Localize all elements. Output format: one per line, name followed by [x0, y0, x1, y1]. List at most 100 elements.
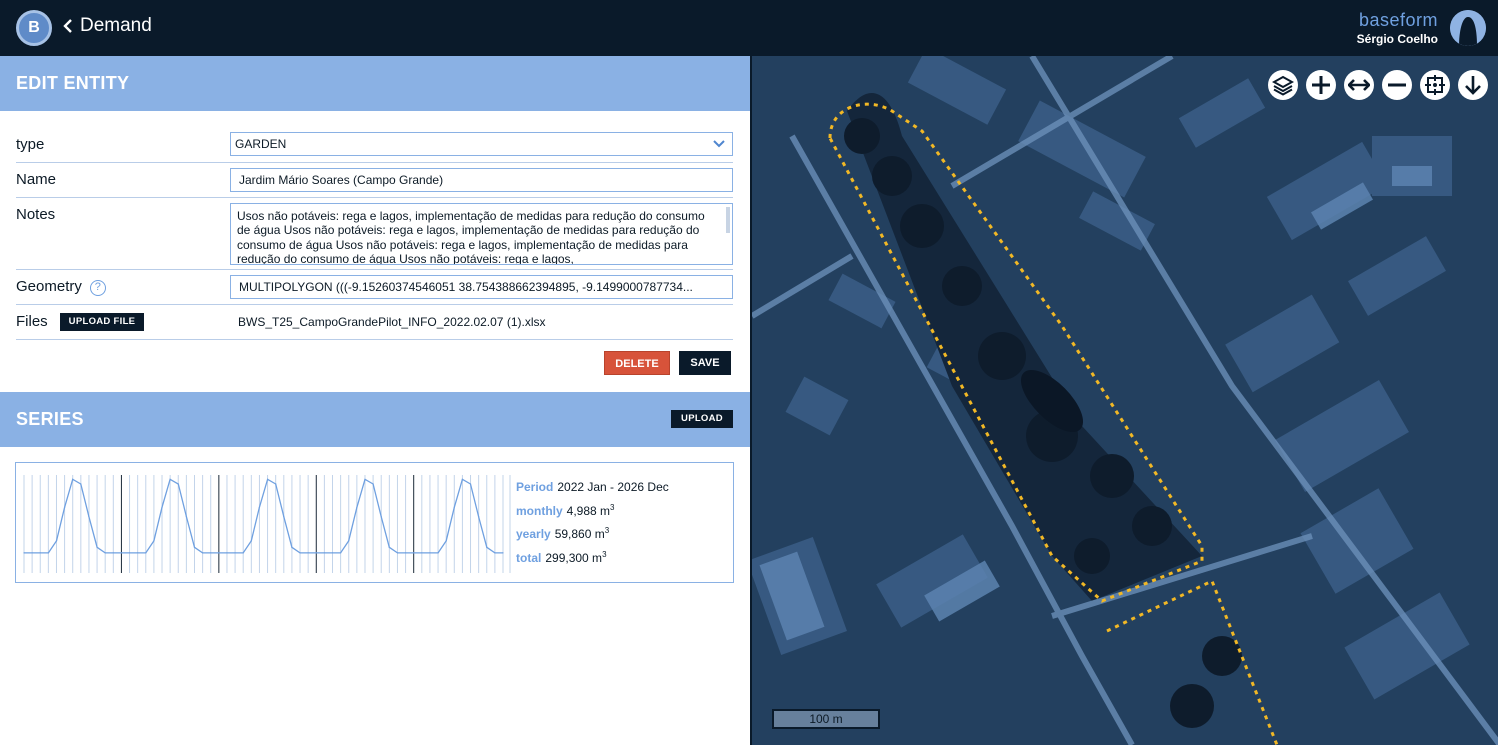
series-point: [226, 552, 228, 554]
series-point: [218, 552, 220, 554]
brand: baseform Sérgio Coelho: [1357, 10, 1438, 46]
series-upload-button[interactable]: UPLOAD: [671, 410, 733, 428]
chevron-left-icon: [63, 19, 72, 33]
yearly-value: 59,860 m: [554, 527, 605, 541]
series-point: [39, 552, 41, 554]
series-point: [437, 552, 439, 554]
series-point: [299, 552, 301, 554]
series-point: [128, 552, 131, 554]
series-point: [258, 506, 260, 508]
geometry-row: Geometry? MULTIPOLYGON (((-9.15260374546…: [16, 270, 733, 305]
stat-total: total 299,300 m3: [516, 545, 669, 569]
type-row: type GARDEN: [16, 128, 733, 163]
layers-icon: [1272, 75, 1294, 96]
fit-extent-icon: [1425, 75, 1445, 95]
series-point: [104, 552, 106, 554]
series-point: [193, 546, 196, 548]
app-logo[interactable]: B: [16, 10, 52, 46]
user-name: Sérgio Coelho: [1356, 32, 1438, 46]
series-point: [267, 478, 269, 480]
delete-button[interactable]: DELETE: [604, 351, 670, 375]
period-key: Period: [516, 480, 554, 494]
series-point: [380, 516, 382, 518]
series-stats: Period 2022 Jan - 2026 Dec monthly 4,988 m…: [516, 477, 669, 568]
series-point: [331, 552, 334, 554]
map-toolbar: [1268, 70, 1488, 100]
series-header-wrap: SERIES UPLOAD: [0, 392, 750, 447]
series-point: [185, 516, 187, 518]
series-point: [96, 546, 98, 548]
series-point: [356, 506, 358, 508]
type-label: type: [16, 136, 45, 153]
unit-sup: 3: [610, 502, 615, 512]
geometry-label-wrap: Geometry?: [16, 278, 106, 296]
back-button[interactable]: Demand: [62, 15, 152, 37]
series-chart: [23, 475, 511, 573]
series-point: [388, 546, 390, 548]
download-icon: [1465, 76, 1481, 95]
unit-sup: 3: [604, 526, 610, 535]
save-button[interactable]: SAVE: [679, 351, 731, 375]
series-point: [145, 552, 147, 554]
series-point: [120, 552, 122, 554]
series-line: [24, 478, 503, 554]
fit-extent-button[interactable]: [1420, 70, 1450, 100]
files-label: Files: [16, 313, 48, 330]
map-view[interactable]: 100 m: [750, 56, 1498, 745]
stat-period: Period 2022 Jan - 2026 Dec: [516, 477, 669, 498]
total-key: total: [516, 550, 542, 565]
series-header: SERIES UPLOAD: [0, 392, 750, 447]
series-point: [23, 552, 25, 554]
yearly-key: yearly: [516, 527, 551, 541]
upload-file-button[interactable]: UPLOAD FILE: [60, 313, 144, 331]
series-point: [137, 552, 139, 554]
type-value: GARDEN: [235, 137, 287, 151]
notes-value: Usos não potáveis: rega e lagos, impleme…: [237, 209, 705, 265]
series-title: SERIES: [16, 409, 84, 429]
name-input[interactable]: Jardim Mário Soares (Campo Grande): [230, 168, 733, 192]
series-point: [161, 506, 163, 508]
series-point: [242, 552, 244, 554]
fit-width-icon: [1348, 79, 1370, 91]
series-point: [275, 483, 277, 485]
layers-button[interactable]: [1268, 70, 1298, 100]
series-point: [283, 516, 285, 518]
notes-textarea[interactable]: Usos não potáveis: rega e lagos, impleme…: [230, 203, 733, 265]
monthly-value: 4,988 m: [566, 503, 611, 518]
series-point: [210, 552, 212, 554]
zoom-in-button[interactable]: [1306, 70, 1336, 100]
notes-row: Notes Usos não potáveis: rega e lagos, i…: [16, 198, 733, 270]
download-button[interactable]: [1458, 70, 1488, 100]
left-panel: EDIT ENTITY type GARDEN Name Jardim Mári…: [0, 56, 750, 745]
help-icon[interactable]: ?: [89, 280, 106, 296]
attached-file-link[interactable]: BWS_T25_CampoGrandePilot_INFO_2022.02.07…: [238, 315, 545, 329]
edit-entity-header: EDIT ENTITY: [0, 56, 750, 111]
series-card[interactable]: Period 2022 Jan - 2026 Dec monthly 4,988 m…: [15, 462, 734, 583]
series-point: [55, 540, 58, 542]
series-point: [502, 552, 504, 554]
type-select[interactable]: GARDEN: [230, 132, 733, 156]
avatar[interactable]: [1450, 10, 1486, 46]
series-point: [112, 552, 114, 554]
series-point: [315, 552, 317, 554]
chevron-down-icon: [713, 140, 725, 148]
total-value: 299,300 m: [545, 550, 603, 565]
series-point: [486, 546, 488, 548]
zoom-in-icon: [1312, 76, 1330, 94]
series-point: [31, 552, 33, 554]
series-point: [323, 552, 325, 554]
stat-yearly: yearly 59,860 m3: [516, 521, 669, 545]
series-point: [153, 540, 155, 542]
zoom-out-button[interactable]: [1382, 70, 1412, 100]
series-point: [461, 478, 463, 480]
notes-scrollbar[interactable]: [726, 207, 730, 233]
series-point: [445, 540, 447, 542]
fit-width-button[interactable]: [1344, 70, 1374, 100]
name-row: Name Jardim Mário Soares (Campo Grande): [16, 163, 733, 198]
series-point: [234, 552, 236, 554]
series-point: [348, 540, 350, 542]
series-point: [364, 478, 366, 480]
geometry-input[interactable]: MULTIPOLYGON (((-9.15260374546051 38.754…: [230, 275, 733, 299]
series-point: [250, 540, 252, 542]
files-row: Files UPLOAD FILE BWS_T25_CampoGrandePil…: [16, 305, 733, 340]
